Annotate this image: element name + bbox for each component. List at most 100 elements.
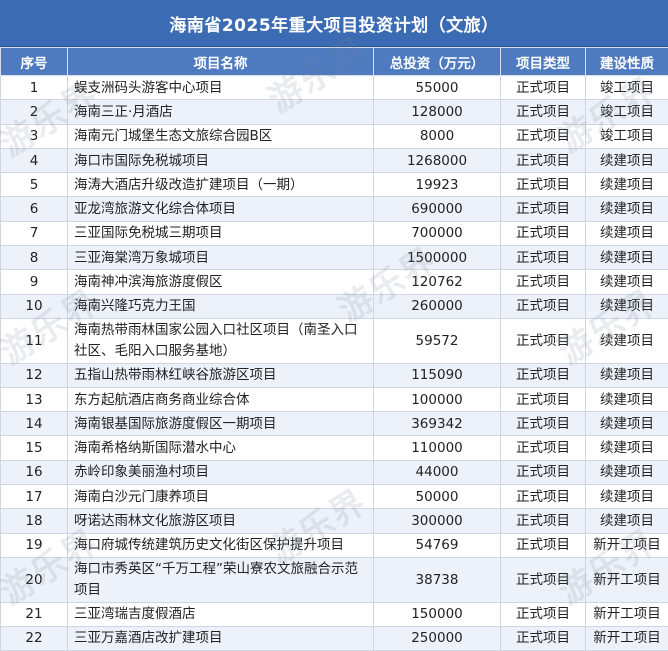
row-investment: 369342	[373, 411, 501, 437]
row-no: 11	[0, 317, 68, 364]
table-row: 8 三亚海棠湾万象城项目 1500000 正式项目 续建项目	[0, 245, 668, 271]
row-construction-nature: 续建项目	[585, 459, 668, 486]
row-project-name: 三亚国际免税城三期项目	[67, 220, 374, 247]
row-project-type: 正式项目	[500, 245, 586, 271]
row-investment: 1500000	[373, 245, 501, 271]
row-project-type: 正式项目	[500, 459, 586, 486]
row-no: 4	[0, 147, 68, 174]
row-no: 5	[0, 172, 68, 198]
row-project-name: 呀诺达雨林文化旅游区项目	[67, 508, 374, 534]
row-construction-nature: 续建项目	[585, 386, 668, 413]
row-project-name: 海南兴隆巧克力王国	[67, 293, 374, 319]
row-investment: 250000	[373, 625, 501, 651]
row-construction-nature: 竣工项目	[585, 123, 668, 149]
row-construction-nature: 续建项目	[585, 245, 668, 271]
row-project-name: 三亚海棠湾万象城项目	[67, 245, 374, 271]
row-project-name: 海口市秀英区“千万工程”荣山寮农文旅融合示范项目	[67, 556, 374, 603]
row-project-type: 正式项目	[500, 411, 586, 437]
row-construction-nature: 新开工项目	[585, 556, 668, 603]
row-project-name: 海南希格纳斯国际潜水中心	[67, 435, 374, 461]
table-title: 海南省2025年重大项目投资计划（文旅）	[0, 0, 668, 47]
row-no: 7	[0, 220, 68, 247]
row-no: 22	[0, 625, 68, 651]
row-no: 15	[0, 435, 68, 461]
row-investment: 120762	[373, 269, 501, 295]
row-project-type: 正式项目	[500, 435, 586, 461]
row-investment: 1268000	[373, 147, 501, 174]
table-row: 10 海南兴隆巧克力王国 260000 正式项目 续建项目	[0, 293, 668, 319]
table-row: 1 蜈支洲码头游客中心项目 55000 正式项目 竣工项目	[0, 74, 668, 101]
header-investment: 总投资（万元）	[373, 47, 501, 76]
header-name: 项目名称	[67, 47, 374, 76]
row-project-name: 赤岭印象美丽渔村项目	[67, 459, 374, 486]
row-project-type: 正式项目	[500, 196, 586, 222]
row-project-type: 正式项目	[500, 601, 586, 627]
row-no: 17	[0, 484, 68, 510]
table-row: 17 海南白沙元门康养项目 50000 正式项目 续建项目	[0, 484, 668, 510]
table-row: 20 海口市秀英区“千万工程”荣山寮农文旅融合示范项目 38738 正式项目 新开工项目	[0, 556, 668, 603]
row-construction-nature: 续建项目	[585, 269, 668, 295]
row-project-type: 正式项目	[500, 147, 586, 174]
row-investment: 110000	[373, 435, 501, 461]
row-no: 9	[0, 269, 68, 295]
row-project-type: 正式项目	[500, 625, 586, 651]
row-project-type: 正式项目	[500, 74, 586, 101]
row-no: 3	[0, 123, 68, 149]
row-no: 1	[0, 74, 68, 101]
row-project-name: 海南热带雨林国家公园入口社区项目（南圣入口社区、毛阳入口服务基地）	[67, 317, 374, 364]
table-row: 14 海南银基国际旅游度假区一期项目 369342 正式项目 续建项目	[0, 411, 668, 437]
row-construction-nature: 续建项目	[585, 196, 668, 222]
row-project-type: 正式项目	[500, 220, 586, 247]
row-project-name: 海南元门城堡生态文旅综合园B区	[67, 123, 374, 149]
table-row: 6 亚龙湾旅游文化综合体项目 690000 正式项目 续建项目	[0, 196, 668, 222]
table-row: 9 海南神冲滨海旅游度假区 120762 正式项目 续建项目	[0, 269, 668, 295]
row-construction-nature: 新开工项目	[585, 532, 668, 558]
header-type: 项目类型	[500, 47, 586, 76]
row-no: 18	[0, 508, 68, 534]
row-investment: 59572	[373, 317, 501, 364]
row-investment: 128000	[373, 99, 501, 125]
row-investment: 700000	[373, 220, 501, 247]
row-no: 14	[0, 411, 68, 437]
row-no: 8	[0, 245, 68, 271]
table-row: 3 海南元门城堡生态文旅综合园B区 8000 正式项目 竣工项目	[0, 123, 668, 149]
row-project-type: 正式项目	[500, 317, 586, 364]
row-project-name: 东方起航酒店商务商业综合体	[67, 386, 374, 413]
row-construction-nature: 续建项目	[585, 411, 668, 437]
table-row: 19 海口府城传统建筑历史文化街区保护提升项目 54769 正式项目 新开工项目	[0, 532, 668, 558]
row-construction-nature: 新开工项目	[585, 625, 668, 651]
table-row: 16 赤岭印象美丽渔村项目 44000 正式项目 续建项目	[0, 459, 668, 486]
row-no: 6	[0, 196, 68, 222]
row-construction-nature: 新开工项目	[585, 601, 668, 627]
row-project-type: 正式项目	[500, 362, 586, 388]
row-construction-nature: 续建项目	[585, 220, 668, 247]
row-construction-nature: 续建项目	[585, 293, 668, 319]
row-investment: 38738	[373, 556, 501, 603]
row-investment: 55000	[373, 74, 501, 101]
project-table: 序号 项目名称 总投资（万元） 项目类型 建设性质 1 蜈支洲码头游客中心项目 55…	[0, 47, 668, 651]
row-no: 19	[0, 532, 68, 558]
table-row: 12 五指山热带雨林红峡谷旅游区项目 115090 正式项目 续建项目	[0, 362, 668, 388]
row-investment: 115090	[373, 362, 501, 388]
row-no: 20	[0, 556, 68, 603]
row-project-name: 三亚万嘉酒店改扩建项目	[67, 625, 374, 651]
row-investment: 260000	[373, 293, 501, 319]
row-project-type: 正式项目	[500, 532, 586, 558]
row-investment: 690000	[373, 196, 501, 222]
table-row: 4 海口市国际免税城项目 1268000 正式项目 续建项目	[0, 147, 668, 174]
row-construction-nature: 续建项目	[585, 362, 668, 388]
row-project-name: 海口府城传统建筑历史文化街区保护提升项目	[67, 532, 374, 558]
row-construction-nature: 续建项目	[585, 172, 668, 198]
row-project-name: 海南银基国际旅游度假区一期项目	[67, 411, 374, 437]
row-investment: 44000	[373, 459, 501, 486]
row-project-name: 蜈支洲码头游客中心项目	[67, 74, 374, 101]
row-project-type: 正式项目	[500, 508, 586, 534]
row-project-type: 正式项目	[500, 293, 586, 319]
row-project-name: 五指山热带雨林红峡谷旅游区项目	[67, 362, 374, 388]
row-construction-nature: 续建项目	[585, 484, 668, 510]
row-no: 16	[0, 459, 68, 486]
row-investment: 19923	[373, 172, 501, 198]
row-construction-nature: 竣工项目	[585, 99, 668, 125]
row-no: 13	[0, 386, 68, 413]
row-project-name: 海南三正·月酒店	[67, 99, 374, 125]
